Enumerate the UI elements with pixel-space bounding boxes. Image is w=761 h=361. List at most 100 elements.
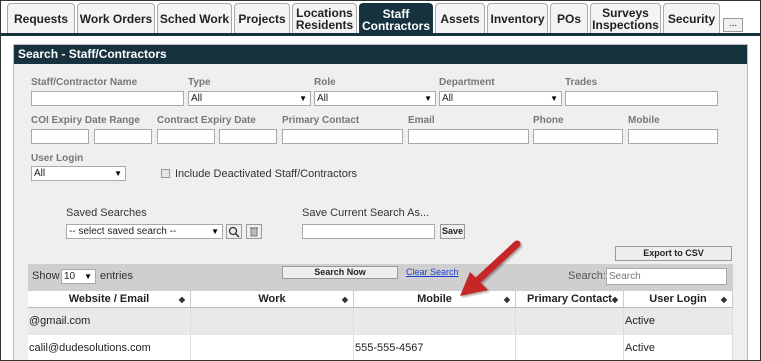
role-select[interactable]: All ▼ [314, 91, 436, 106]
mobile-label: Mobile [628, 115, 660, 126]
tab-pos[interactable]: POs [550, 3, 588, 33]
name-label: Staff/Contractor Name [31, 77, 138, 88]
tab-label: Security [667, 11, 716, 26]
clear-search-link[interactable]: Clear Search [406, 267, 459, 277]
tab-label: POs [556, 11, 581, 26]
chevron-down-icon: ▼ [211, 227, 219, 236]
phone-input[interactable] [533, 129, 623, 144]
table-row[interactable]: @gmail.com Active [28, 308, 733, 335]
sort-icon: ◆ [611, 295, 618, 304]
sort-icon: ◆ [178, 295, 185, 304]
user-login-select[interactable]: All ▼ [31, 166, 126, 181]
cell-primary-contact [516, 335, 624, 360]
phone-label: Phone [533, 115, 564, 126]
tab-staff-contractors[interactable]: Staff Contractors [359, 3, 433, 35]
module-tab-bar: Requests Work Orders Sched Work Projects… [1, 1, 760, 37]
cell-primary-contact [516, 308, 624, 335]
table-search-input[interactable] [606, 268, 727, 285]
trades-input[interactable] [565, 91, 718, 106]
cell-mobile: 555-555-4567 [354, 335, 516, 360]
contract-to-input[interactable] [219, 129, 277, 144]
tab-sched-work[interactable]: Sched Work [157, 3, 232, 33]
chevron-down-icon: ▼ [550, 94, 558, 103]
tab-projects[interactable]: Projects [234, 3, 290, 33]
mobile-input[interactable] [628, 129, 718, 144]
cell-mobile [354, 308, 516, 335]
department-value: All [442, 93, 454, 104]
chevron-down-icon: ▼ [114, 169, 122, 178]
tab-label: Sched Work [159, 11, 230, 26]
table-row[interactable]: calil@dudesolutions.com 555-555-4567 Act… [28, 335, 733, 360]
name-input[interactable] [31, 91, 184, 106]
search-icon[interactable] [226, 224, 242, 239]
user-login-label: User Login [31, 153, 84, 164]
tab-security[interactable]: Security [663, 3, 720, 33]
entries-select[interactable]: 10 ▼ [61, 269, 96, 284]
role-label: Role [314, 77, 336, 88]
cell-user-login: Active [624, 335, 733, 360]
export-csv-button[interactable]: Export to CSV [615, 246, 732, 261]
contract-from-input[interactable] [157, 129, 215, 144]
search-now-button[interactable]: Search Now [282, 266, 398, 279]
search-label: Search: [568, 270, 606, 282]
sort-icon: ◆ [341, 295, 348, 304]
cell-email: calil@dudesolutions.com [28, 335, 191, 360]
tab-inventory[interactable]: Inventory [487, 3, 548, 33]
chevron-down-icon: ▼ [84, 272, 92, 281]
saved-searches-label: Saved Searches [66, 207, 147, 219]
tab-requests[interactable]: Requests [7, 3, 75, 33]
type-select[interactable]: All ▼ [188, 91, 311, 106]
show-label: Show [32, 270, 60, 282]
header-label: Mobile [417, 293, 452, 305]
tab-label: Inventory [490, 11, 545, 26]
column-header-work[interactable]: Work ◆ [191, 291, 354, 308]
coi-label: COI Expiry Date Range [31, 115, 140, 126]
tab-surveys-inspections[interactable]: Surveys Inspections [590, 3, 661, 33]
coi-from-input[interactable] [31, 129, 89, 144]
department-select[interactable]: All ▼ [439, 91, 562, 106]
results-toolbar: Show 10 ▼ entries Search Now Clear Search… [28, 264, 733, 291]
user-login-value: All [34, 168, 46, 179]
tab-label: Projects [238, 11, 286, 26]
more-tabs-button[interactable]: ... [723, 18, 743, 32]
tab-label: Work Orders [79, 11, 153, 26]
save-button[interactable]: Save [440, 224, 465, 239]
email-input[interactable] [408, 129, 529, 144]
tab-work-orders[interactable]: Work Orders [77, 3, 155, 33]
saved-search-value: -- select saved search -- [69, 226, 177, 237]
delete-saved-search-icon[interactable] [246, 224, 262, 239]
tab-label: Requests [13, 11, 69, 26]
chevron-down-icon: ▼ [299, 94, 307, 103]
tab-underline [1, 33, 760, 36]
tab-locations-residents[interactable]: Locations Residents [292, 3, 357, 33]
include-deactivated-label: Include Deactivated Staff/Contractors [175, 168, 358, 180]
coi-to-input[interactable] [94, 129, 152, 144]
tab-label: Locations Residents [295, 5, 354, 32]
tab-label: Assets [440, 11, 480, 26]
sort-icon: ◆ [720, 295, 727, 304]
results-table-container: Show 10 ▼ entries Search Now Clear Search… [28, 264, 733, 360]
header-label: User Login [649, 293, 707, 305]
tab-assets[interactable]: Assets [435, 3, 485, 33]
column-header-user-login[interactable]: User Login ◆ [624, 291, 733, 308]
app-window: Requests Work Orders Sched Work Projects… [0, 0, 761, 361]
type-value: All [191, 93, 203, 104]
save-current-label: Save Current Search As... [302, 207, 430, 219]
header-label: Primary Contact [527, 293, 612, 305]
column-header-primary-contact[interactable]: Primary Contact ◆ [516, 291, 624, 308]
tab-label: Staff Contractors [361, 6, 430, 33]
role-value: All [317, 93, 329, 104]
cell-work [191, 335, 354, 360]
department-label: Department [439, 77, 495, 88]
column-header-website-email[interactable]: Website / Email ◆ [28, 291, 191, 308]
save-search-name-input[interactable] [302, 224, 435, 239]
saved-search-select[interactable]: -- select saved search -- ▼ [66, 224, 223, 239]
search-panel: Search - Staff/Contractors Staff/Contrac… [13, 44, 748, 360]
cell-email: @gmail.com [28, 308, 191, 335]
primary-contact-label: Primary Contact [282, 115, 360, 126]
tab-label: Surveys Inspections [592, 5, 659, 32]
primary-contact-input[interactable] [282, 129, 403, 144]
include-deactivated-checkbox[interactable] [161, 169, 170, 178]
cell-work [191, 308, 354, 335]
chevron-down-icon: ▼ [424, 94, 432, 103]
